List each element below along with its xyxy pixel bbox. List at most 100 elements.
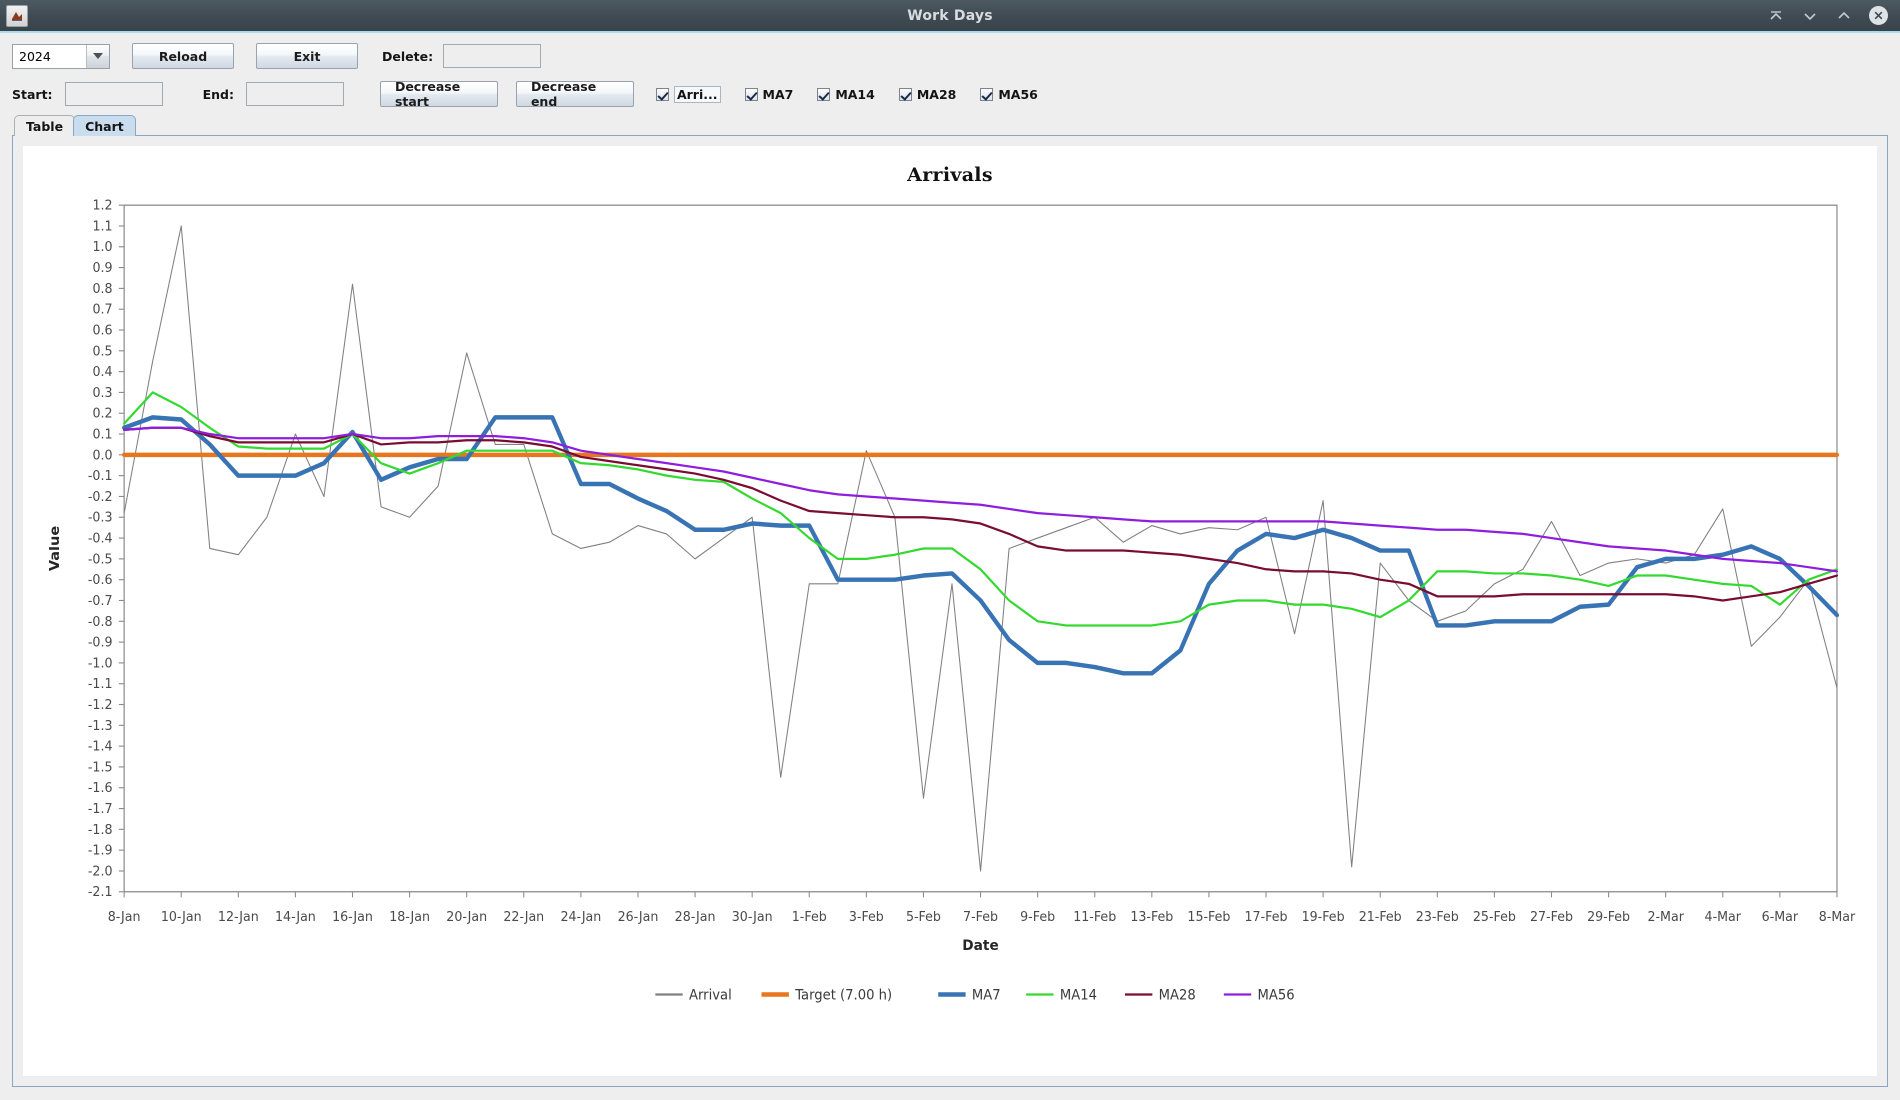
x-tick-label: 24-Jan bbox=[560, 909, 601, 924]
checkbox-ma28-label: MA28 bbox=[916, 86, 957, 102]
y-tick-label: 0.5 bbox=[92, 344, 112, 359]
window-controls bbox=[1767, 6, 1900, 25]
start-input[interactable] bbox=[64, 82, 163, 106]
y-tick-label: -0.1 bbox=[88, 469, 113, 484]
legend-label: MA7 bbox=[972, 987, 1001, 1003]
x-tick-label: 5-Feb bbox=[906, 909, 941, 924]
y-tick-label: -1.8 bbox=[88, 823, 113, 838]
legend-label: Arrival bbox=[689, 987, 732, 1003]
x-tick-label: 22-Jan bbox=[503, 909, 544, 924]
y-tick-label: 0.2 bbox=[92, 406, 112, 421]
y-tick-label: 0.7 bbox=[92, 302, 112, 317]
tab-content-chart: Arrivals 1.2 1.1 1.0 0.9 0.8 0.7 0.6 0.5 0.4 0.3 0… bbox=[12, 135, 1888, 1087]
x-tick-label: 10-Jan bbox=[161, 909, 202, 924]
y-tick-label: 0.8 bbox=[92, 282, 112, 297]
x-tick-label: 12-Jan bbox=[218, 909, 259, 924]
chart-legend: Arrival Target (7.00 h) MA7 MA14 MA28 MA56 bbox=[655, 987, 1295, 1004]
x-tick-label: 18-Jan bbox=[389, 909, 430, 924]
checkbox-ma56-label: MA56 bbox=[998, 86, 1038, 102]
decrease-end-button[interactable]: Decrease end bbox=[515, 79, 634, 109]
tab-bar: Table Chart bbox=[0, 113, 1900, 136]
x-tick-label: 15-Feb bbox=[1187, 909, 1230, 924]
x-tick-label: 26-Jan bbox=[618, 909, 659, 924]
shade-button[interactable] bbox=[1767, 7, 1785, 25]
x-tick-label: 21-Feb bbox=[1359, 909, 1402, 924]
checkbox-ma28[interactable]: MA28 bbox=[898, 86, 957, 102]
y-tick-label: -0.8 bbox=[88, 614, 113, 629]
exit-button[interactable]: Exit bbox=[256, 43, 358, 69]
checkbox-ma7-label: MA7 bbox=[762, 86, 794, 102]
chart-panel: Arrivals 1.2 1.1 1.0 0.9 0.8 0.7 0.6 0.5 0.4 0.3 0… bbox=[23, 146, 1877, 1076]
toolbar: 2024 Reload Exit Delete: Start: End: Dec… bbox=[0, 33, 1900, 113]
close-button[interactable] bbox=[1869, 6, 1888, 25]
x-tick-label: 17-Feb bbox=[1245, 909, 1288, 924]
end-input[interactable] bbox=[245, 82, 344, 106]
checkbox-ma14[interactable]: MA14 bbox=[817, 87, 875, 102]
x-tick-label: 28-Jan bbox=[675, 909, 716, 924]
y-tick-label: 1.0 bbox=[92, 240, 112, 255]
checkmark-icon bbox=[898, 87, 912, 101]
x-axis-title: Date bbox=[962, 937, 998, 953]
decrease-start-button[interactable]: Decrease start bbox=[379, 79, 498, 109]
y-tick-label: 0.3 bbox=[92, 386, 112, 401]
series-toggles: Arri... MA7 MA14 MA28 MA56 bbox=[655, 85, 1062, 103]
y-tick-label: 1.1 bbox=[92, 219, 112, 234]
checkbox-arrival[interactable]: Arri... bbox=[655, 85, 721, 103]
delete-input[interactable] bbox=[443, 44, 542, 68]
legend-label: MA28 bbox=[1159, 987, 1196, 1003]
x-tick-label: 9-Feb bbox=[1020, 909, 1055, 924]
app-window: Work Days 2024 Reload Exit Delete: Start… bbox=[0, 0, 1900, 1100]
toolbar-row-2: Start: End: Decrease start Decrease end … bbox=[12, 75, 1888, 113]
y-tick-label: -1.7 bbox=[88, 802, 113, 817]
y-tick-label: -1.4 bbox=[88, 739, 113, 754]
y-tick-label: -1.9 bbox=[88, 843, 113, 858]
y-tick-label: -0.6 bbox=[88, 573, 113, 588]
x-tick-label: 14-Jan bbox=[275, 909, 316, 924]
end-label: End: bbox=[202, 86, 234, 102]
x-tick-label: 11-Feb bbox=[1073, 909, 1116, 924]
window-title: Work Days bbox=[907, 7, 993, 24]
checkmark-icon bbox=[817, 87, 831, 101]
x-tick-label: 6-Mar bbox=[1762, 909, 1799, 924]
y-tick-label: -0.3 bbox=[88, 510, 113, 525]
y-tick-label: -1.3 bbox=[88, 718, 113, 733]
checkbox-ma7[interactable]: MA7 bbox=[744, 86, 794, 102]
y-tick-label: -2.0 bbox=[88, 864, 113, 879]
checkbox-ma56[interactable]: MA56 bbox=[980, 87, 1038, 102]
legend-label: MA14 bbox=[1060, 987, 1097, 1003]
y-tick-label: 1.2 bbox=[92, 198, 112, 213]
y-tick-label: -2.1 bbox=[88, 885, 113, 900]
checkmark-icon bbox=[744, 87, 758, 101]
delete-label: Delete: bbox=[382, 48, 434, 64]
tab-chart[interactable]: Chart bbox=[73, 115, 136, 136]
x-tick-label: 7-Feb bbox=[963, 909, 998, 924]
checkmark-icon bbox=[655, 87, 669, 101]
y-tick-label: -0.9 bbox=[88, 635, 113, 650]
start-label: Start: bbox=[12, 86, 53, 102]
y-tick-label: -1.2 bbox=[88, 698, 113, 713]
x-tick-label: 19-Feb bbox=[1302, 909, 1345, 924]
maximize-button[interactable] bbox=[1835, 7, 1853, 25]
y-tick-label: -0.7 bbox=[88, 594, 113, 609]
x-tick-label: 13-Feb bbox=[1130, 909, 1173, 924]
x-tick-label: 1-Feb bbox=[792, 909, 827, 924]
x-tick-label: 3-Feb bbox=[849, 909, 884, 924]
tab-table[interactable]: Table bbox=[14, 115, 76, 136]
year-select-value: 2024 bbox=[13, 44, 87, 68]
minimize-button[interactable] bbox=[1801, 7, 1819, 25]
year-select[interactable]: 2024 bbox=[12, 43, 110, 69]
x-tick-label: 29-Feb bbox=[1587, 909, 1630, 924]
toolbar-row-1: 2024 Reload Exit Delete: bbox=[12, 33, 1888, 75]
x-tick-label: 20-Jan bbox=[446, 909, 487, 924]
y-axis-title: Value bbox=[47, 526, 63, 571]
arrivals-line-chart: 1.2 1.1 1.0 0.9 0.8 0.7 0.6 0.5 0.4 0.3 0.2 0.1 0.0 -… bbox=[47, 198, 1856, 1004]
x-tick-label: 8-Mar bbox=[1819, 909, 1856, 924]
y-tick-label: -0.2 bbox=[88, 490, 113, 505]
chevron-down-icon[interactable] bbox=[87, 44, 109, 68]
reload-button[interactable]: Reload bbox=[132, 43, 234, 69]
x-tick-label: 16-Jan bbox=[332, 909, 373, 924]
checkbox-ma14-label: MA14 bbox=[835, 86, 875, 102]
y-tick-label: -1.0 bbox=[88, 656, 113, 671]
x-tick-label: 23-Feb bbox=[1416, 909, 1459, 924]
checkbox-arrival-label: Arri... bbox=[673, 85, 721, 103]
